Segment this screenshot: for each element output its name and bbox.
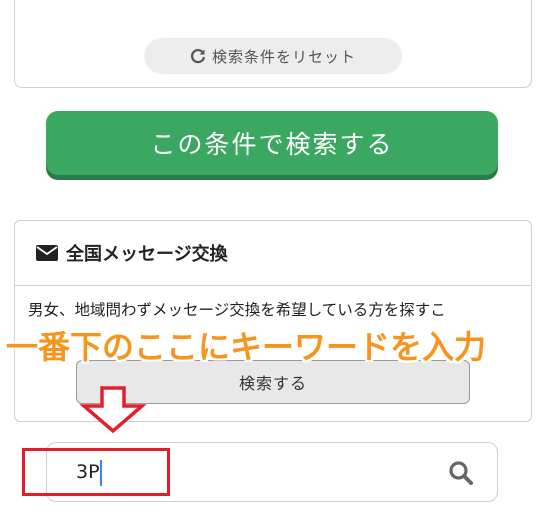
highlight-frame [22,448,170,496]
search-with-conditions-label: この条件で検索する [150,130,394,159]
reset-conditions-label: 検索条件をリセット [211,47,356,66]
refresh-icon [190,48,206,64]
message-exchange-description: 男女、地域問わずメッセージ交換を希望している方を探すこ [28,301,446,319]
search-icon[interactable] [446,458,476,488]
message-exchange-title: 全国メッセージ交換 [66,243,228,265]
envelope-icon [36,244,58,261]
search-with-conditions-button[interactable]: この条件で検索する [46,111,498,175]
message-exchange-header: 全国メッセージ交換 [14,220,532,286]
down-arrow-annotation [78,386,148,434]
annotation-text: 一番下のここにキーワードを入力 [6,328,487,366]
reset-conditions-button[interactable]: 検索条件をリセット [144,38,402,74]
